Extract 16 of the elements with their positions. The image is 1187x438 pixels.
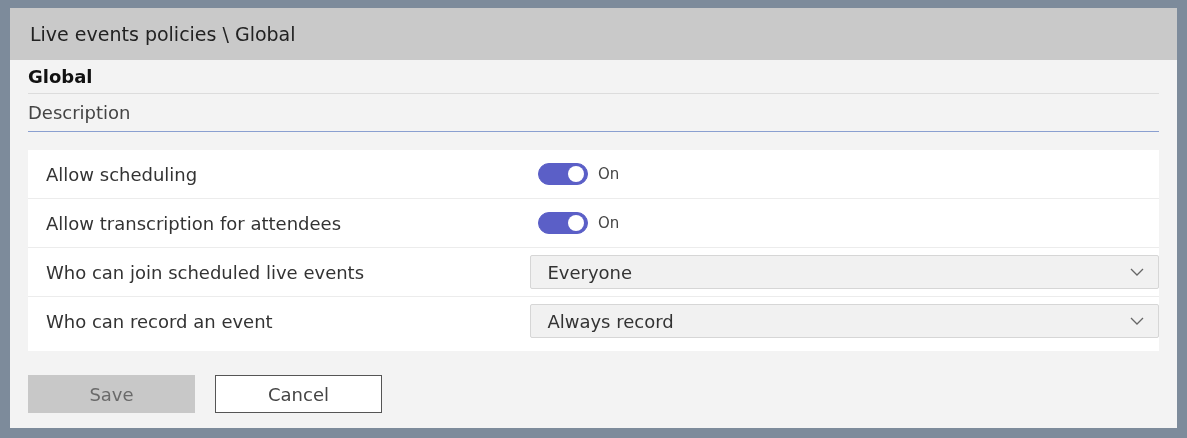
policy-name: Global <box>28 60 1159 94</box>
setting-label: Who can join scheduled live events <box>45 261 366 283</box>
toggle-state: On <box>598 214 620 232</box>
chevron-down-icon <box>1130 317 1144 325</box>
toggle-switch[interactable] <box>538 163 588 185</box>
cancel-button[interactable]: Cancel <box>215 375 382 413</box>
toggle-state: On <box>598 165 620 183</box>
chevron-down-icon <box>1130 268 1144 276</box>
dropdown[interactable]: Always record <box>530 304 1159 338</box>
setting-label: Who can record an event <box>45 310 274 332</box>
setting-label: Allow scheduling <box>45 163 199 185</box>
description-label: Description <box>28 94 1159 132</box>
dropdown[interactable]: Everyone <box>530 255 1159 289</box>
setting-label: Allow transcription for attendees <box>45 212 343 234</box>
toggle-switch[interactable] <box>538 212 588 234</box>
window-title: Live events policies \ Global <box>10 8 1177 60</box>
